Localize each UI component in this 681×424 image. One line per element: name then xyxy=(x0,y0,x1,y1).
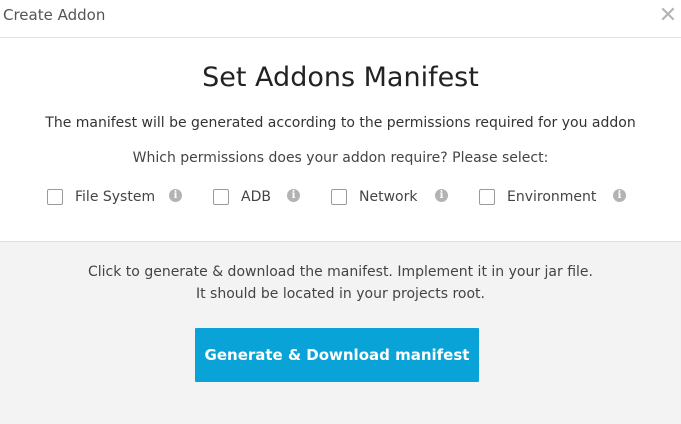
generate-download-manifest-button[interactable]: Generate & Download manifest xyxy=(195,328,479,382)
generate-section: Click to generate & download the manifes… xyxy=(0,241,681,424)
permission-label: Network xyxy=(359,189,418,205)
page-title: Set Addons Manifest xyxy=(202,62,479,93)
permission-file-system[interactable]: File System xyxy=(47,187,155,207)
permission-adb[interactable]: ADB xyxy=(213,187,271,207)
location-instruction: It should be located in your projects ro… xyxy=(195,286,486,302)
adb-checkbox[interactable] xyxy=(213,189,229,205)
info-icon[interactable]: i xyxy=(613,189,626,202)
close-icon[interactable]: ✕ xyxy=(657,3,679,28)
permission-label: ADB xyxy=(241,189,271,205)
info-icon[interactable]: i xyxy=(169,189,182,202)
file-system-checkbox[interactable] xyxy=(47,189,63,205)
create-addon-dialog: Create Addon ✕ Set Addons Manifest The m… xyxy=(0,0,681,424)
permission-label: Environment xyxy=(507,189,597,205)
dialog-title: Create Addon xyxy=(3,6,106,24)
permission-environment[interactable]: Environment xyxy=(479,187,596,207)
environment-checkbox[interactable] xyxy=(479,189,495,205)
info-icon[interactable]: i xyxy=(435,189,448,202)
network-checkbox[interactable] xyxy=(331,189,347,205)
permission-network[interactable]: Network xyxy=(331,187,417,207)
permission-label: File System xyxy=(75,189,156,205)
permissions-question: Which permissions does your addon requir… xyxy=(132,150,549,166)
info-icon[interactable]: i xyxy=(287,189,300,202)
dialog-header: Create Addon ✕ xyxy=(0,0,681,38)
generate-instruction: Click to generate & download the manifes… xyxy=(88,264,593,280)
manifest-description: The manifest will be generated according… xyxy=(45,115,636,131)
manifest-settings-section: Set Addons Manifest The manifest will be… xyxy=(0,38,681,241)
